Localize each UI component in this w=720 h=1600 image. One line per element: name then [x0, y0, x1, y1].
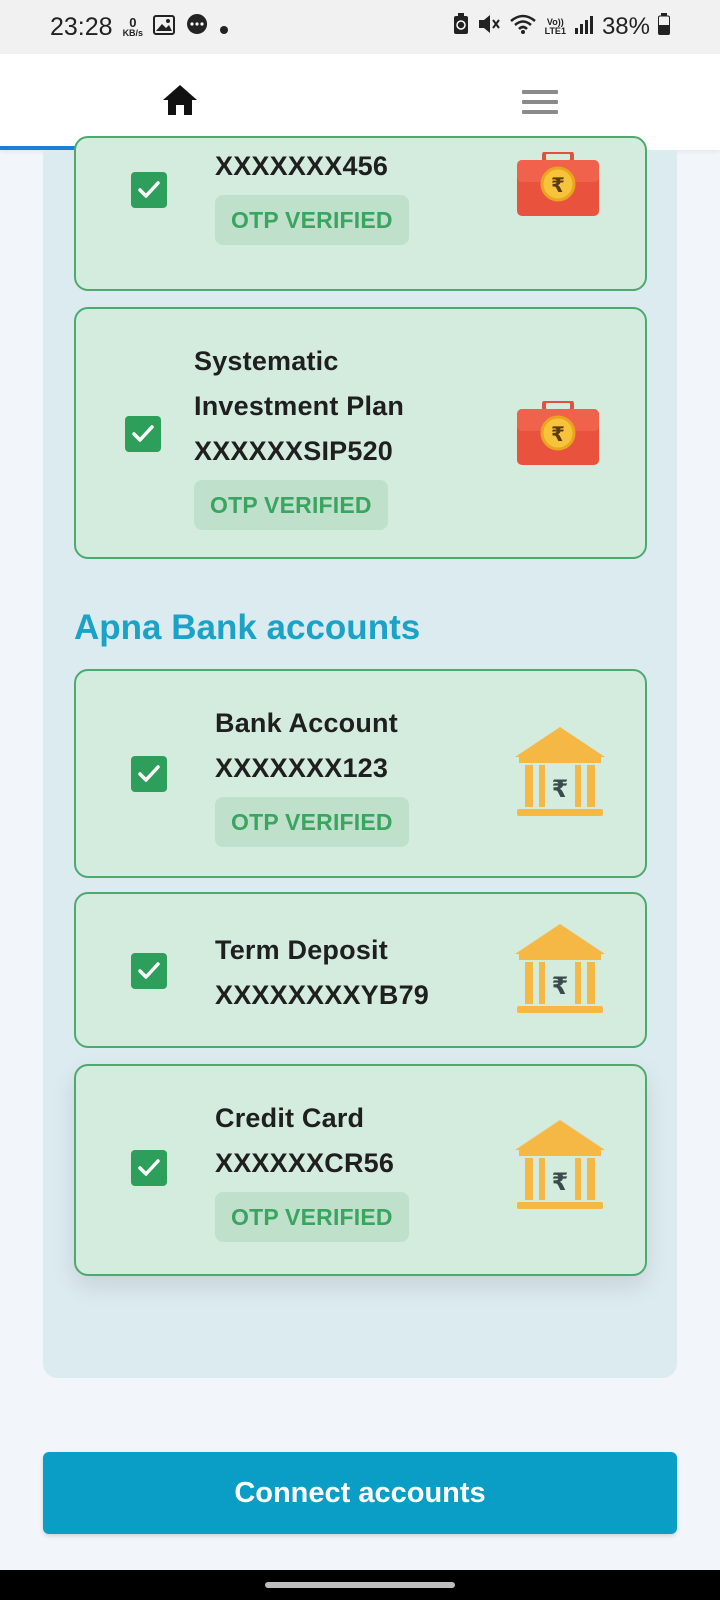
- wifi-icon: [509, 13, 537, 42]
- chat-bubble-icon: [185, 12, 209, 43]
- bank-rupee-icon: ₹: [513, 1118, 607, 1217]
- checkbox-checked[interactable]: [125, 416, 161, 452]
- account-name: Bank Account: [215, 708, 398, 738]
- account-name-line1: Systematic: [194, 346, 339, 376]
- home-gesture-handle[interactable]: [265, 1582, 455, 1588]
- battery-icon: [658, 12, 670, 42]
- account-info: Term Deposit XXXXXXXXYB79: [215, 928, 429, 1018]
- status-left: 23:28 0 KB/s: [50, 12, 229, 43]
- svg-text:₹: ₹: [552, 775, 569, 803]
- checkbox-checked[interactable]: [131, 1150, 167, 1186]
- account-info: XXXXXXX456 OTP VERIFIED: [215, 144, 409, 245]
- account-card[interactable]: Bank Account XXXXXXX123 OTP VERIFIED ₹: [74, 669, 647, 878]
- briefcase-rupee-icon: ₹: [515, 150, 601, 221]
- bank-rupee-icon: ₹: [513, 725, 607, 824]
- signal-icon: [574, 13, 594, 41]
- notification-dot-icon: [219, 13, 229, 42]
- net-speed: 0 KB/s: [122, 14, 144, 38]
- svg-text:₹: ₹: [551, 422, 565, 446]
- account-card[interactable]: Systematic Investment Plan XXXXXXSIP520 …: [74, 307, 647, 559]
- account-number: XXXXXXCR56: [215, 1148, 395, 1178]
- account-number: XXXXXXXXYB79: [215, 980, 430, 1010]
- otp-verified-badge: OTP VERIFIED: [215, 195, 409, 245]
- checkbox-checked[interactable]: [131, 172, 167, 208]
- network-type: Vo)) LTE1: [544, 17, 566, 36]
- section-heading: Apna Bank accounts: [74, 608, 421, 647]
- accounts-panel: XXXXXXX456 OTP VERIFIED ₹ Systematic Inv…: [43, 136, 677, 1378]
- gallery-icon: [153, 13, 176, 42]
- menu-icon: [522, 84, 558, 120]
- svg-text:₹: ₹: [552, 1168, 569, 1196]
- account-number: XXXXXXX456: [215, 151, 389, 181]
- account-number: XXXXXXX123: [215, 753, 389, 783]
- connect-accounts-button[interactable]: Connect accounts: [43, 1452, 677, 1534]
- svg-text:₹: ₹: [551, 173, 565, 197]
- account-card[interactable]: Term Deposit XXXXXXXXYB79 ₹: [74, 892, 647, 1048]
- home-icon: [161, 83, 199, 122]
- account-card[interactable]: Credit Card XXXXXXCR56 OTP VERIFIED ₹: [74, 1064, 647, 1276]
- account-card[interactable]: XXXXXXX456 OTP VERIFIED ₹: [74, 136, 647, 291]
- status-bar: 23:28 0 KB/s Vo)) LTE1 38%: [0, 0, 720, 54]
- svg-text:₹: ₹: [552, 972, 569, 1000]
- account-info: Credit Card XXXXXXCR56 OTP VERIFIED: [215, 1096, 409, 1242]
- battery-percent: 38%: [601, 13, 650, 40]
- otp-verified-badge: OTP VERIFIED: [215, 1192, 409, 1242]
- bank-rupee-icon: ₹: [513, 922, 607, 1021]
- account-name: Term Deposit: [215, 935, 388, 965]
- otp-verified-badge: OTP VERIFIED: [215, 797, 409, 847]
- battery-saver-icon: [453, 12, 469, 42]
- briefcase-rupee-icon: ₹: [515, 399, 601, 470]
- checkbox-checked[interactable]: [131, 756, 167, 792]
- mute-icon: [477, 13, 501, 42]
- account-name: Credit Card: [215, 1103, 365, 1133]
- account-info: Systematic Investment Plan XXXXXXSIP520 …: [194, 339, 404, 530]
- account-number: XXXXXXSIP520: [194, 436, 394, 466]
- clock: 23:28: [50, 12, 113, 41]
- otp-verified-badge: OTP VERIFIED: [194, 480, 388, 530]
- system-nav-bar: [0, 1570, 720, 1600]
- account-name-line2: Investment Plan: [194, 391, 405, 421]
- checkbox-checked[interactable]: [131, 953, 167, 989]
- account-info: Bank Account XXXXXXX123 OTP VERIFIED: [215, 701, 409, 847]
- status-right: Vo)) LTE1 38%: [453, 12, 670, 42]
